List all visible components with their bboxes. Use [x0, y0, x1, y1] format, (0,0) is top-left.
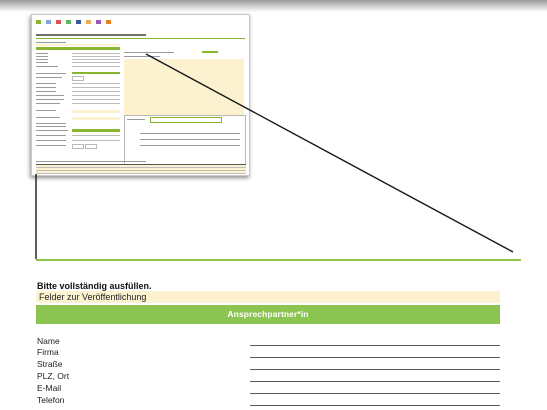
plz-ort-field[interactable]: [250, 381, 500, 382]
email-field[interactable]: [250, 393, 500, 394]
field-label-strasse: Straße: [37, 359, 63, 369]
section-header: Ansprechpartner*in: [36, 305, 500, 324]
field-label-email: E-Mail: [37, 383, 62, 393]
field-label-plz-ort: PLZ, Ort: [37, 371, 70, 381]
form-notice: Bitte vollständig ausfüllen.: [37, 281, 152, 291]
telefon-field[interactable]: [250, 405, 500, 406]
section-title: Ansprechpartner*in: [227, 309, 309, 319]
name-field[interactable]: [250, 345, 500, 346]
zoom-callout-lines: [35, 53, 514, 259]
section-divider: [36, 259, 521, 261]
publication-bar-label: Felder zur Veröffentlichung: [39, 292, 147, 302]
field-label-telefon: Telefon: [37, 395, 65, 405]
field-label-firma: Firma: [37, 347, 59, 357]
callout-line-diagonal: [145, 53, 514, 253]
firma-field[interactable]: [250, 357, 500, 358]
publication-bar: Felder zur Veröffentlichung: [36, 291, 500, 303]
field-label-name: Name: [37, 336, 60, 346]
strasse-field[interactable]: [250, 369, 500, 370]
